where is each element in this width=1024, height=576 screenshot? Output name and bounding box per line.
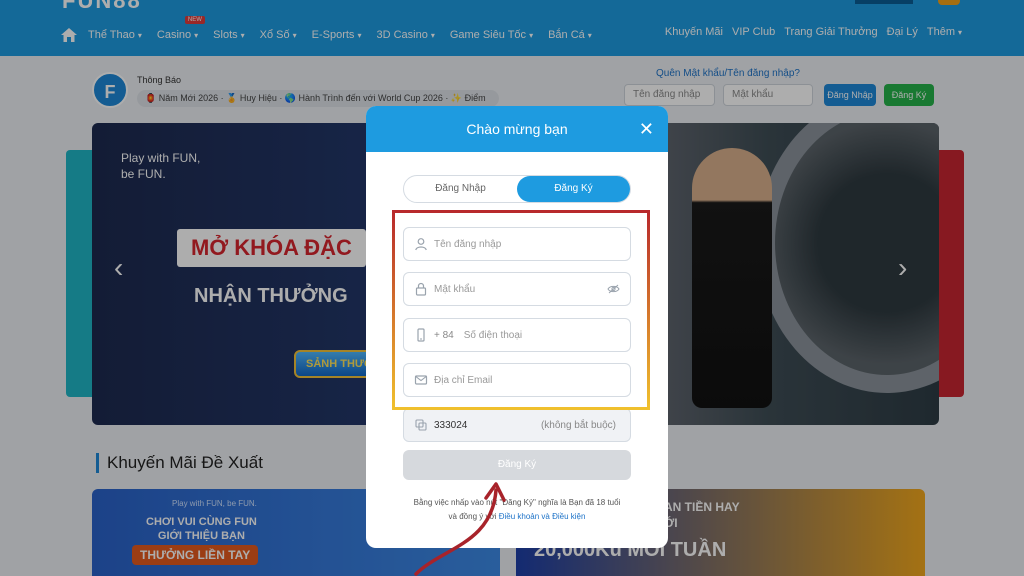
referral-icon — [415, 419, 427, 431]
referral-optional-note: (không bắt buộc) — [540, 419, 616, 431]
register-submit-button[interactable]: Đăng Ký — [403, 450, 631, 480]
referral-code-value: 333024 — [434, 419, 468, 431]
modal-title: Chào mừng bạn — [466, 121, 568, 137]
close-icon[interactable]: ✕ — [639, 106, 654, 152]
modal-header: Chào mừng bạn ✕ — [366, 106, 668, 152]
auth-tabs: Đăng Nhập Đăng Ký — [403, 175, 631, 203]
annotation-arrow-icon — [414, 482, 506, 576]
tab-login[interactable]: Đăng Nhập — [404, 176, 517, 202]
referral-code-field[interactable]: 333024 (không bắt buộc) — [403, 408, 631, 442]
annotation-highlight-box — [392, 210, 650, 410]
tab-register[interactable]: Đăng Ký — [517, 176, 630, 202]
